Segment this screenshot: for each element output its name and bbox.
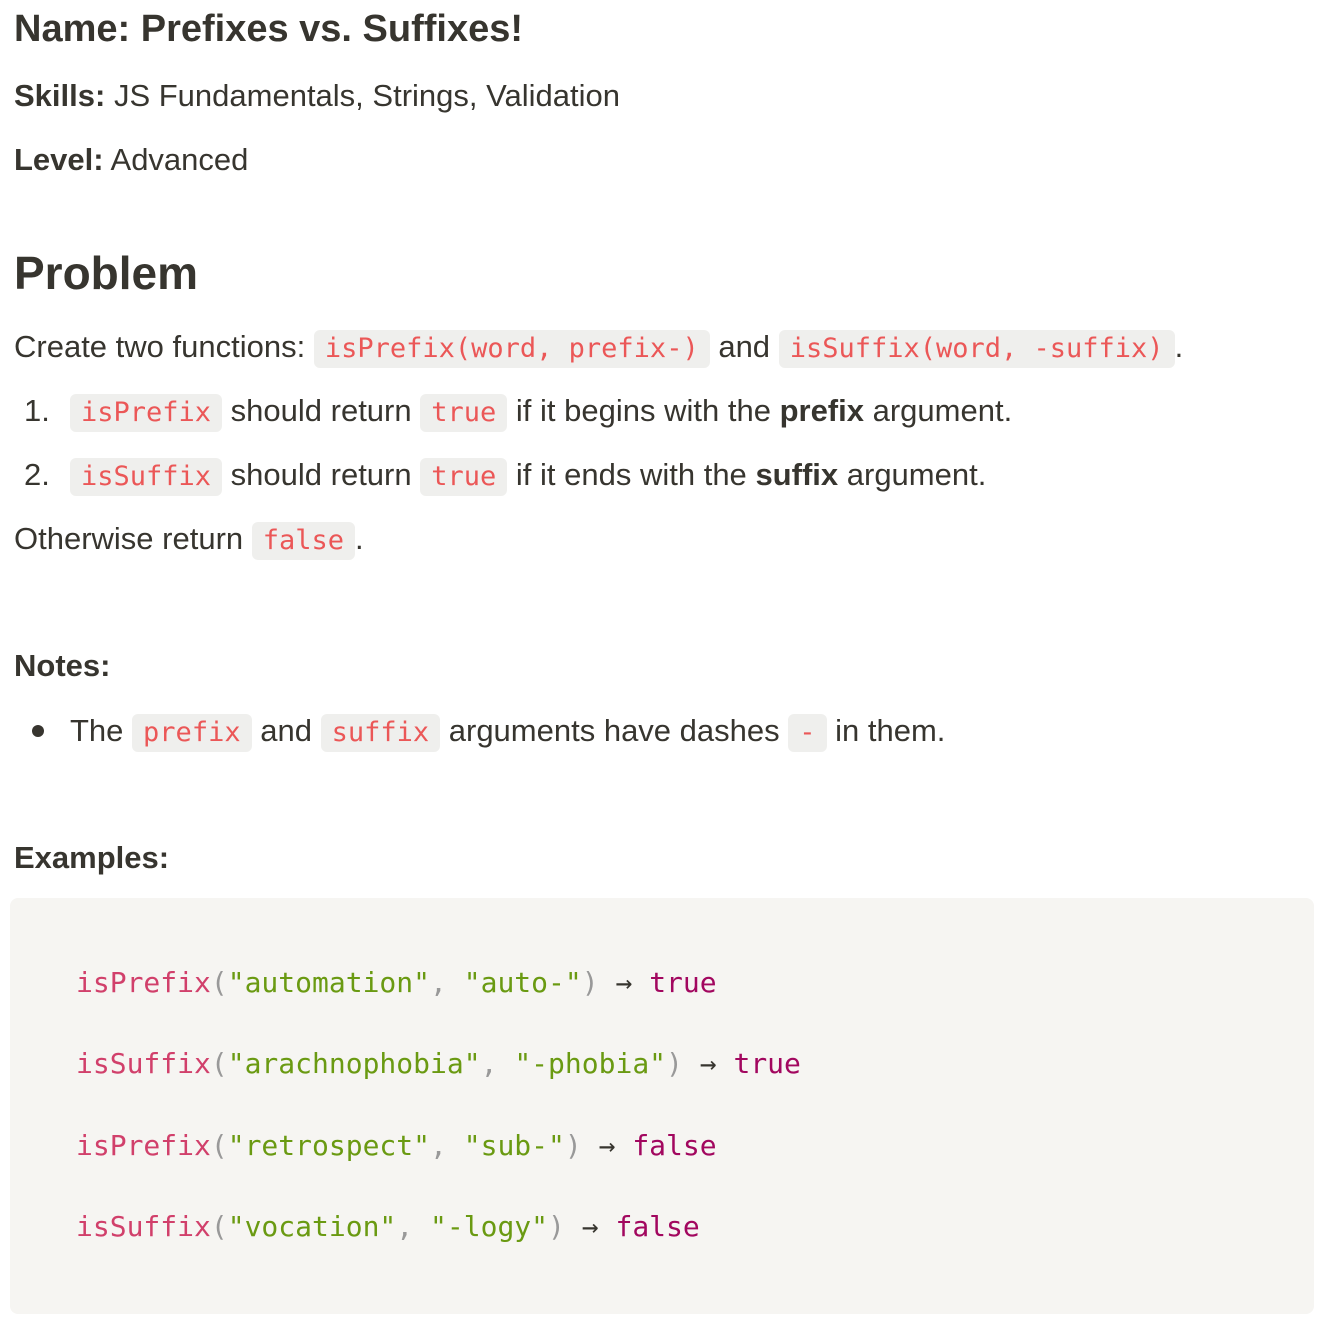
code-line: isSuffix("vocation", "-logy") → false	[76, 1210, 700, 1243]
otherwise-line: Otherwise return false.	[14, 518, 364, 562]
code-line: isPrefix("retrospect", "sub-") → false	[76, 1129, 717, 1162]
item-bold: prefix	[779, 393, 864, 428]
comma: ,	[430, 966, 464, 999]
paren: (	[210, 1129, 228, 1162]
string-arg: "-logy"	[430, 1210, 549, 1243]
inline-code: true	[420, 458, 508, 496]
arrow-icon: →	[682, 1047, 734, 1080]
comma: ,	[430, 1129, 464, 1162]
note-text: The	[70, 713, 124, 748]
paren: )	[581, 966, 599, 999]
string-arg: "automation"	[227, 966, 431, 999]
list-item: 1. isPrefix should return true if it begi…	[14, 390, 1012, 434]
result-value: false	[615, 1210, 700, 1243]
item-text: argument.	[846, 457, 987, 492]
code-block: isPrefix("automation", "auto-") → true i…	[10, 898, 1314, 1314]
arrow-icon: →	[581, 1129, 633, 1162]
inline-code: prefix	[132, 714, 252, 752]
inline-code: isPrefix(word, prefix-)	[313, 330, 710, 368]
inline-code: false	[251, 522, 356, 560]
intro-text: Create two functions:	[14, 329, 306, 364]
string-arg: "sub-"	[463, 1129, 565, 1162]
note-text: in them.	[835, 713, 946, 748]
inline-code: isSuffix	[70, 458, 223, 496]
arrow-icon: →	[564, 1210, 616, 1243]
inline-code: suffix	[320, 714, 441, 752]
otherwise-text: Otherwise return	[14, 521, 244, 556]
inline-code: isSuffix(word, -suffix)	[778, 330, 1175, 368]
otherwise-end: .	[355, 521, 364, 556]
inline-code: true	[420, 394, 508, 432]
name-label: Name:	[14, 8, 131, 50]
item-bold: suffix	[755, 457, 839, 492]
problem-intro: Create two functions: isPrefix(word, pre…	[14, 326, 1183, 370]
paren: )	[666, 1047, 683, 1080]
function-name: isSuffix	[76, 1210, 211, 1243]
item-text: argument.	[872, 393, 1013, 428]
function-name: isPrefix	[76, 966, 211, 999]
level-label: Level:	[14, 142, 104, 177]
arrow-icon: →	[598, 966, 650, 999]
skills-label: Skills:	[14, 78, 106, 113]
comma: ,	[480, 1047, 515, 1080]
skills-value: JS Fundamentals, Strings, Validation	[113, 78, 620, 113]
string-arg: "arachnophobia"	[227, 1047, 481, 1080]
item-text: should return	[230, 457, 412, 492]
list-item: 2. isSuffix should return true if it ends…	[14, 454, 986, 498]
paren: )	[564, 1129, 582, 1162]
notes-bullet-item: The prefix and suffix arguments have das…	[14, 710, 945, 754]
examples-heading: Examples:	[14, 840, 170, 875]
list-number: 2.	[24, 457, 50, 492]
result-value: true	[733, 1047, 801, 1080]
string-arg: "vocation"	[227, 1210, 397, 1243]
level-value: Advanced	[110, 142, 249, 177]
intro-end: .	[1174, 329, 1184, 364]
code-line: isPrefix("automation", "auto-") → true	[76, 966, 717, 999]
challenge-title: Name: Prefixes vs. Suffixes!	[14, 8, 523, 51]
item-text: if it ends with the	[515, 457, 747, 492]
function-name: isSuffix	[76, 1047, 211, 1080]
paren: (	[210, 1210, 228, 1243]
name-value: Prefixes vs. Suffixes!	[140, 8, 524, 50]
item-text: should return	[230, 393, 412, 428]
function-name: isPrefix	[76, 1129, 211, 1162]
problem-heading: Problem	[14, 247, 199, 299]
string-arg: "-phobia"	[514, 1047, 667, 1080]
result-value: true	[649, 966, 717, 999]
result-value: false	[632, 1129, 717, 1162]
paren: )	[548, 1210, 565, 1243]
comma: ,	[396, 1210, 431, 1243]
paren: (	[210, 966, 228, 999]
inline-code: -	[788, 714, 827, 752]
code-line: isSuffix("arachnophobia", "-phobia") → t…	[76, 1047, 801, 1080]
paren: (	[210, 1047, 228, 1080]
inline-code: isPrefix	[70, 394, 223, 432]
notes-heading: Notes:	[14, 648, 111, 683]
string-arg: "auto-"	[463, 966, 582, 999]
level-line: Level: Advanced	[14, 142, 248, 178]
note-text: and	[260, 713, 312, 748]
intro-and: and	[718, 329, 771, 364]
skills-line: Skills: JS Fundamentals, Strings, Valida…	[14, 78, 620, 114]
bullet-icon	[32, 724, 44, 737]
note-text: arguments have dashes	[448, 713, 780, 748]
item-text: if it begins with the	[515, 393, 771, 428]
string-arg: "retrospect"	[227, 1129, 431, 1162]
list-number: 1.	[24, 393, 50, 428]
